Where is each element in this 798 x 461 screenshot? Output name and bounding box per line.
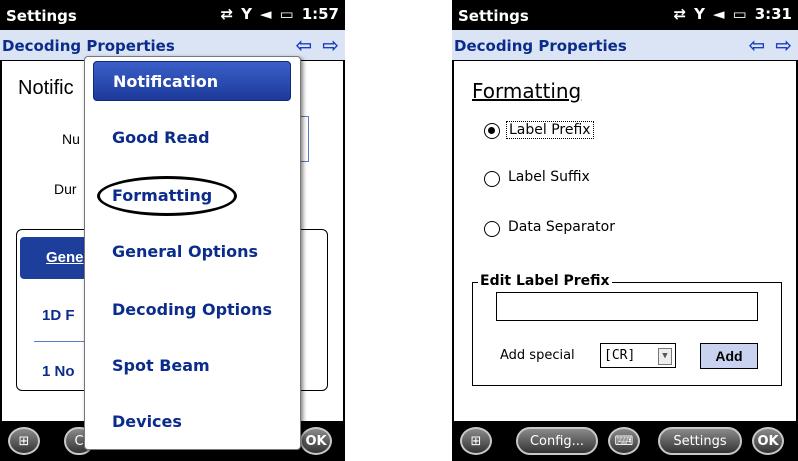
- tab-general-label: Gene: [46, 249, 84, 266]
- section-menu: Notification Good Read Formatting Genera…: [84, 56, 301, 450]
- highlight-circle: [97, 176, 237, 216]
- content-area: Formatting Label Prefix Label Suffix Dat…: [452, 60, 798, 423]
- add-special-label: Add special: [500, 348, 575, 363]
- label-prefix-option[interactable]: Label Prefix: [506, 121, 594, 139]
- menu-item-notification[interactable]: Notification: [93, 61, 291, 101]
- row-1no[interactable]: 1 No: [42, 363, 75, 380]
- dropdown-arrow-icon[interactable]: ▼: [658, 348, 672, 365]
- keyboard-icon: ⌨: [614, 433, 634, 449]
- status-title: Settings: [458, 7, 529, 25]
- settings-button[interactable]: Settings: [658, 427, 742, 455]
- radio-data-separator[interactable]: [484, 221, 500, 237]
- radio-label-prefix[interactable]: [484, 123, 500, 139]
- nav-arrows: ⇦ ⇨: [295, 33, 339, 57]
- menu-item-general-options[interactable]: General Options: [93, 231, 291, 271]
- ok-button[interactable]: OK: [752, 427, 784, 455]
- windows-start-button[interactable]: ⊞: [8, 427, 40, 455]
- app-bar: Decoding Properties ⇦ ⇨: [452, 30, 798, 60]
- battery-icon: ▭: [279, 5, 294, 23]
- nav-arrows: ⇦ ⇨: [748, 33, 792, 57]
- label-suffix-option[interactable]: Label Suffix: [508, 169, 590, 185]
- ok-button[interactable]: OK: [300, 427, 332, 455]
- left-device-screen: Settings ⇄ Y ◄ ▭ 1:57 Decoding Propertie…: [0, 0, 345, 461]
- data-separator-option[interactable]: Data Separator: [508, 219, 615, 235]
- bottom-bar: ⊞ Config... ⌨ Settings OK: [452, 421, 798, 461]
- app-title: Decoding Properties: [454, 37, 627, 55]
- right-device-screen: Settings ⇄ Y ◄ ▭ 3:31 Decoding Propertie…: [452, 0, 798, 461]
- prefix-input[interactable]: [496, 292, 758, 321]
- connectivity-icon: ⇄: [220, 5, 234, 23]
- signal-icon: Y: [694, 5, 705, 23]
- forward-arrow-icon[interactable]: ⇨: [775, 33, 792, 57]
- menu-item-decoding-options[interactable]: Decoding Options: [93, 289, 291, 329]
- signal-icon: Y: [241, 5, 252, 23]
- connectivity-icon: ⇄: [673, 5, 687, 23]
- status-bar: Settings ⇄ Y ◄ ▭ 1:57: [0, 0, 345, 30]
- volume-icon: ◄: [259, 5, 272, 23]
- config-button[interactable]: Config...: [516, 427, 598, 455]
- keyboard-button[interactable]: ⌨: [608, 427, 640, 455]
- clock: 3:31: [754, 5, 792, 23]
- app-title: Decoding Properties: [2, 37, 175, 55]
- windows-logo-icon: ⊞: [470, 433, 482, 449]
- add-button[interactable]: Add: [700, 343, 758, 369]
- windows-start-button[interactable]: ⊞: [460, 427, 492, 455]
- back-arrow-icon[interactable]: ⇦: [748, 33, 765, 57]
- page-heading: Formatting: [472, 79, 582, 103]
- number-label: Nu: [62, 131, 80, 147]
- clock: 1:57: [301, 5, 339, 23]
- back-arrow-icon[interactable]: ⇦: [295, 33, 312, 57]
- row-1d[interactable]: 1D F: [42, 307, 75, 324]
- status-icons: ⇄ Y ◄ ▭ 3:31: [674, 5, 793, 23]
- volume-icon: ◄: [712, 5, 725, 23]
- status-icons: ⇄ Y ◄ ▭ 1:57: [221, 5, 340, 23]
- group-title: Edit Label Prefix: [478, 273, 612, 289]
- duration-label: Dur: [54, 181, 77, 197]
- menu-item-spot-beam[interactable]: Spot Beam: [93, 345, 291, 385]
- windows-logo-icon: ⊞: [18, 433, 30, 449]
- forward-arrow-icon[interactable]: ⇨: [322, 33, 339, 57]
- menu-item-devices[interactable]: Devices: [93, 401, 291, 441]
- page-heading: Notific: [18, 77, 74, 99]
- status-bar: Settings ⇄ Y ◄ ▭ 3:31: [452, 0, 798, 30]
- menu-item-good-read[interactable]: Good Read: [93, 117, 291, 157]
- radio-label-suffix[interactable]: [484, 171, 500, 187]
- special-char-select[interactable]: [CR] ▼: [600, 343, 676, 368]
- battery-icon: ▭: [732, 5, 747, 23]
- status-title: Settings: [6, 7, 77, 25]
